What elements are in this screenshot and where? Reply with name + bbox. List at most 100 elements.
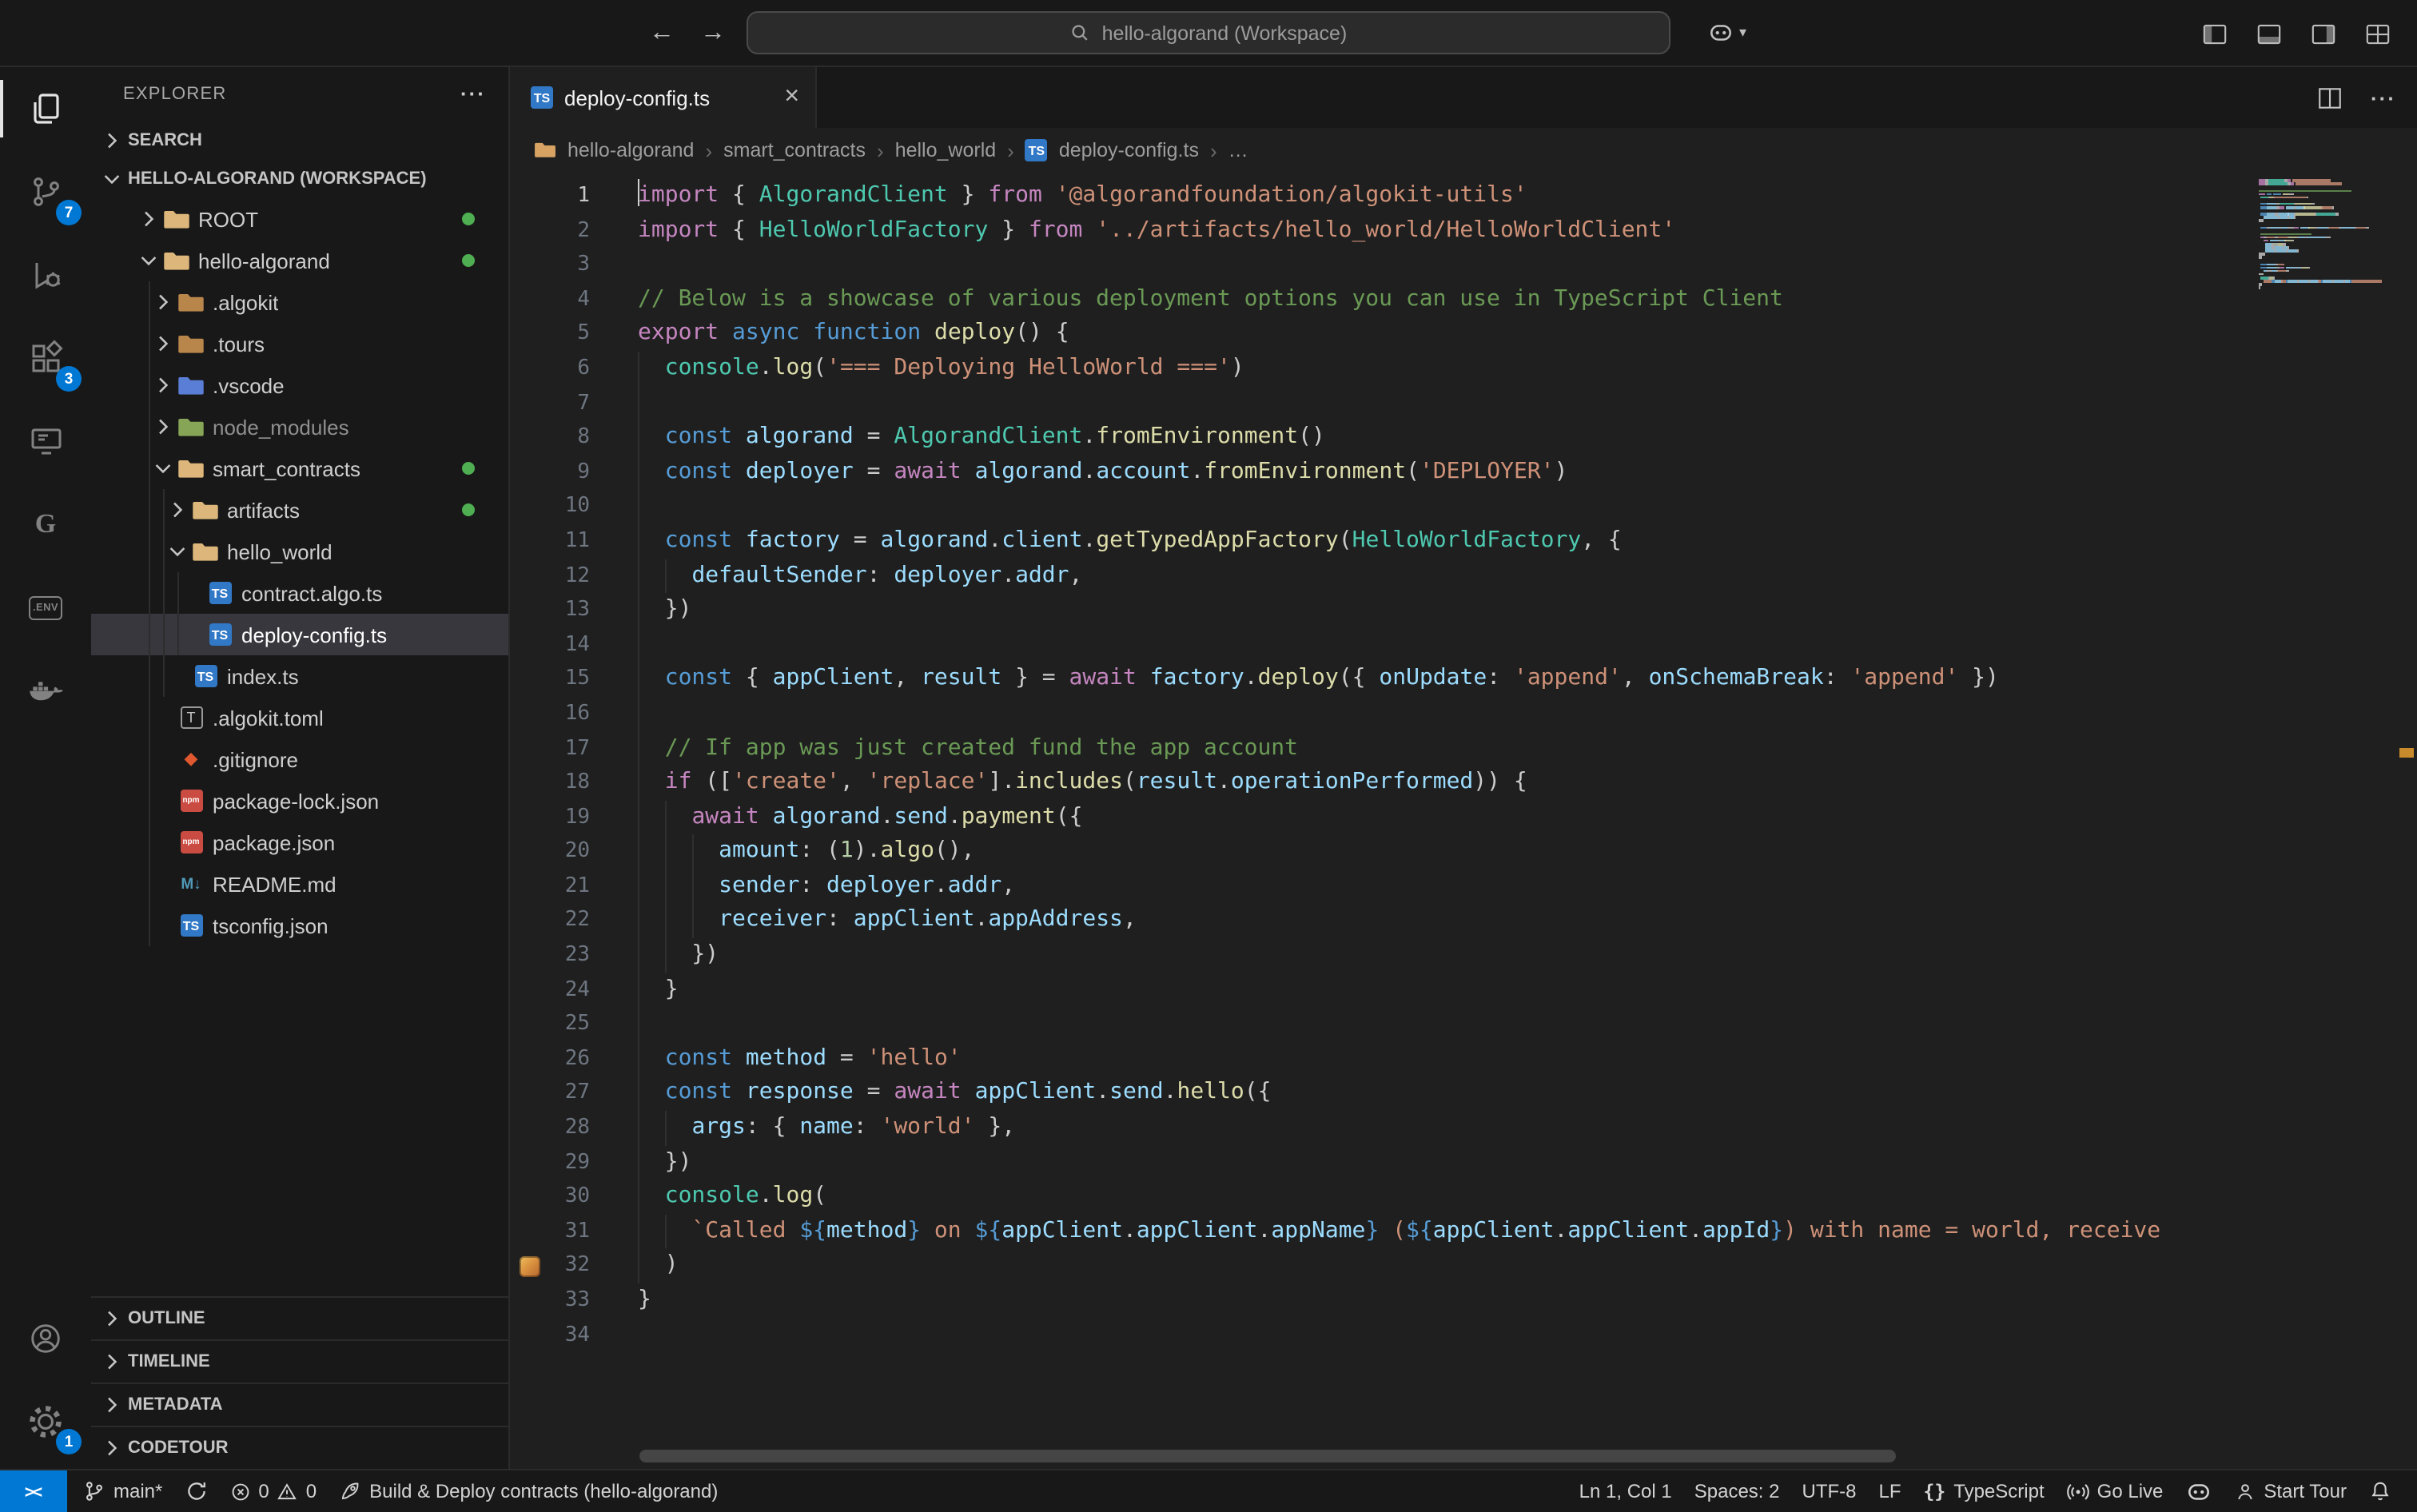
- status-build-task[interactable]: Build & Deploy contracts (hello-algorand…: [328, 1470, 729, 1512]
- activity-badge: 3: [56, 366, 82, 392]
- section-search[interactable]: SEARCH: [91, 121, 508, 160]
- tab-deploy-config[interactable]: TS deploy-config.ts ×: [510, 67, 817, 128]
- toggle-secondary-sidebar-button[interactable]: [2310, 20, 2337, 47]
- status-problems[interactable]: 00: [218, 1470, 328, 1512]
- tree-item-.algokit.toml[interactable]: T.algokit.toml: [91, 697, 508, 738]
- codetour-gutter-marker-icon[interactable]: [520, 1256, 540, 1277]
- chevron-right-icon[interactable]: [150, 289, 176, 315]
- indent-spacer: [150, 913, 176, 938]
- breadcrumb-item[interactable]: smart_contracts: [723, 139, 866, 161]
- tree-item-hello_world[interactable]: hello_world: [91, 531, 508, 572]
- tree-item-node_modules[interactable]: node_modules: [91, 406, 508, 448]
- ts-file-icon: TS: [206, 621, 233, 648]
- chevron-right-icon[interactable]: [136, 206, 161, 232]
- chevron-right-icon[interactable]: [150, 372, 176, 398]
- horizontal-scrollbar[interactable]: [639, 1450, 1896, 1462]
- line-number: 18: [510, 766, 590, 800]
- code-line: 3: [510, 248, 2417, 282]
- code-token: await: [691, 803, 759, 829]
- code-editor[interactable]: 1import { AlgorandClient } from '@algora…: [510, 173, 2417, 1469]
- chevron-right-icon[interactable]: [150, 414, 176, 440]
- tree-item-.tours[interactable]: .tours: [91, 323, 508, 364]
- status-cursor-position[interactable]: Ln 1, Col 1: [1568, 1470, 1683, 1512]
- activity-item-extensions[interactable]: 3: [0, 316, 91, 400]
- activity-item-settings[interactable]: 1: [0, 1379, 91, 1462]
- minimap[interactable]: [2254, 173, 2395, 1469]
- activity-item-run-debug[interactable]: [0, 233, 91, 316]
- activity-item-gitlens[interactable]: G: [0, 483, 91, 566]
- layout-controls: [2201, 0, 2391, 67]
- activity-item-explorer[interactable]: [0, 67, 91, 150]
- breadcrumb-item[interactable]: deploy-config.ts: [1059, 139, 1199, 161]
- tree-item-.vscode[interactable]: .vscode: [91, 364, 508, 406]
- section-codetour[interactable]: CODETOUR: [91, 1426, 508, 1469]
- explorer-more-actions-button[interactable]: ···: [460, 83, 486, 105]
- breadcrumb-item[interactable]: …: [1228, 139, 1248, 161]
- md-file-icon: M↓: [177, 870, 205, 897]
- copilot-menu[interactable]: ▾: [1707, 11, 1746, 54]
- code-line: 11 const factory = algorand.client.getTy…: [510, 524, 2417, 559]
- back-button[interactable]: ←: [649, 21, 675, 46]
- customize-layout-button[interactable]: [2364, 20, 2391, 47]
- activity-item-dotenv[interactable]: .ENV: [0, 566, 91, 649]
- activity-item-remote-explorer[interactable]: [0, 400, 91, 483]
- chevron-down-icon[interactable]: [136, 248, 161, 273]
- activity-item-docker[interactable]: [0, 649, 91, 732]
- tree-item-artifacts[interactable]: artifacts: [91, 489, 508, 531]
- status-language-mode[interactable]: {}TypeScript: [1913, 1470, 2056, 1512]
- code-token: .: [948, 803, 962, 829]
- tree-item-smart_contracts[interactable]: smart_contracts: [91, 448, 508, 489]
- split-editor-button[interactable]: [2316, 84, 2343, 111]
- tree-item-index.ts[interactable]: TSindex.ts: [91, 655, 508, 697]
- section-outline[interactable]: OUTLINE: [91, 1296, 508, 1339]
- status-notifications[interactable]: [2358, 1470, 2403, 1512]
- breadcrumb-item[interactable]: hello_world: [895, 139, 996, 161]
- tree-item-package-lock.json[interactable]: npmpackage-lock.json: [91, 780, 508, 822]
- breadcrumb-item[interactable]: hello-algorand: [567, 139, 694, 161]
- remote-indicator[interactable]: ><: [0, 1470, 67, 1512]
- status-copilot-status[interactable]: [2174, 1470, 2224, 1512]
- status-codetour[interactable]: Start Tour: [2224, 1470, 2358, 1512]
- tree-item-.algokit[interactable]: .algokit: [91, 281, 508, 323]
- tree-item-package.json[interactable]: npmpackage.json: [91, 822, 508, 863]
- chevron-down-icon[interactable]: [150, 456, 176, 481]
- minimap-token: [2287, 180, 2291, 182]
- status-indentation[interactable]: Spaces: 2: [1683, 1470, 1791, 1512]
- editor-more-actions-button[interactable]: ···: [2371, 87, 2396, 108]
- item-label: package-lock.json: [213, 789, 379, 813]
- code-token: AlgorandClient: [759, 182, 948, 208]
- status-go-live[interactable]: Go Live: [2056, 1470, 2175, 1512]
- section-timeline[interactable]: TIMELINE: [91, 1339, 508, 1383]
- status-branch[interactable]: main*: [72, 1470, 173, 1512]
- section-metadata[interactable]: METADATA: [91, 1383, 508, 1426]
- tree-item-hello-algorand[interactable]: hello-algorand: [91, 240, 508, 281]
- chevron-right-icon[interactable]: [165, 497, 190, 523]
- status-encoding[interactable]: UTF-8: [1791, 1470, 1868, 1512]
- activity-item-source-control[interactable]: 7: [0, 150, 91, 233]
- indent-guide: [638, 524, 639, 559]
- status-eol[interactable]: LF: [1868, 1470, 1913, 1512]
- forward-button[interactable]: →: [700, 21, 726, 46]
- close-tab-button[interactable]: ×: [784, 85, 799, 110]
- chevron-right-icon[interactable]: [150, 331, 176, 356]
- command-center-search[interactable]: hello-algorand (Workspace): [747, 11, 1670, 54]
- section-workspace[interactable]: HELLO-ALGORAND (WORKSPACE): [91, 160, 508, 198]
- chevron-down-icon[interactable]: [165, 539, 190, 564]
- tree-item-tsconfig.json[interactable]: TStsconfig.json: [91, 905, 508, 946]
- tree-item-contract.algo.ts[interactable]: TScontract.algo.ts: [91, 572, 508, 614]
- toggle-primary-sidebar-button[interactable]: [2201, 20, 2228, 47]
- tree-item-ROOT[interactable]: ROOT: [91, 198, 508, 240]
- vertical-scrollbar[interactable]: [2395, 173, 2417, 1469]
- activity-item-accounts[interactable]: [0, 1296, 91, 1379]
- docker-icon: [26, 670, 66, 710]
- code-token: .: [1689, 1218, 1702, 1243]
- code-token: .: [1190, 459, 1204, 484]
- tree-item-deploy-config.ts[interactable]: TSdeploy-config.ts: [91, 614, 508, 655]
- tree-item-README.md[interactable]: M↓README.md: [91, 863, 508, 905]
- line-content: const algorand = AlgorandClient.fromEnvi…: [590, 420, 2417, 455]
- code-token: '=== Deploying HelloWorld ===': [826, 355, 1231, 380]
- tree-item-.gitignore[interactable]: ◆.gitignore: [91, 738, 508, 780]
- code-token: [732, 1080, 746, 1105]
- status-sync[interactable]: [173, 1470, 218, 1512]
- toggle-panel-button[interactable]: [2256, 20, 2283, 47]
